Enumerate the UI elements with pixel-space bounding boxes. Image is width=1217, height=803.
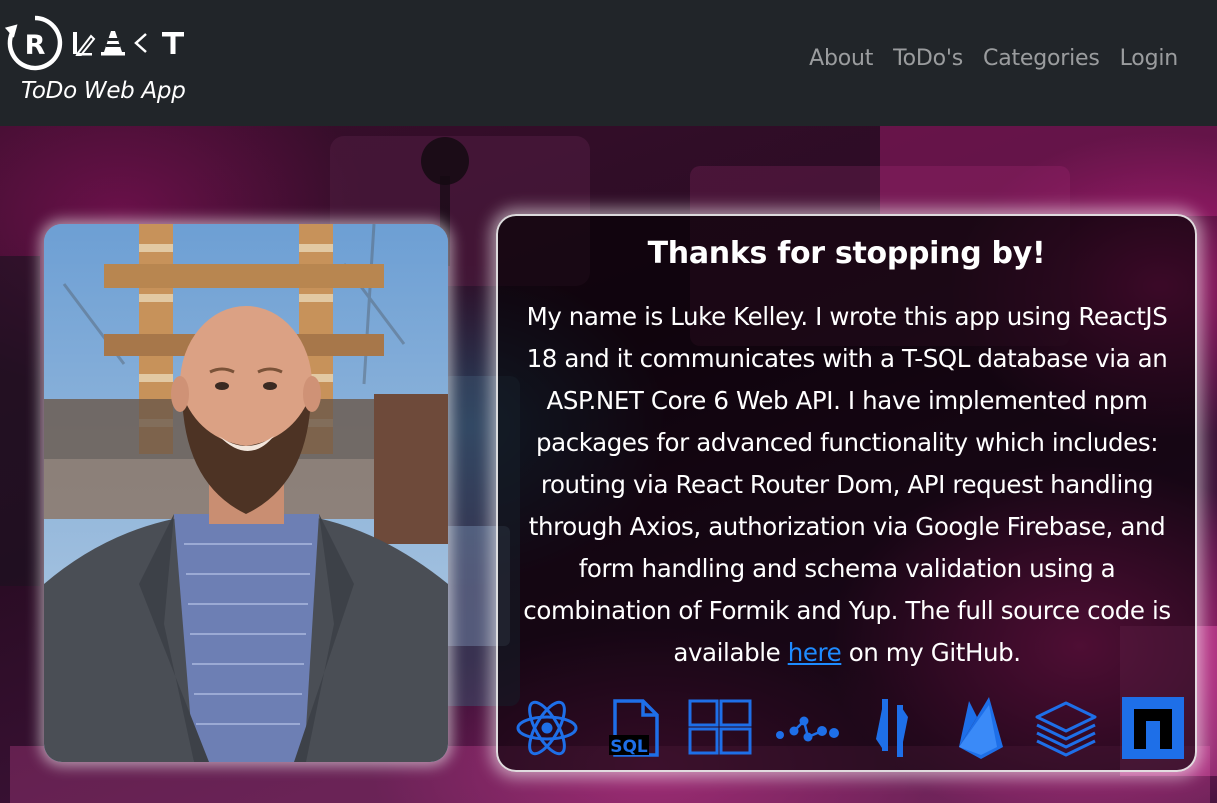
- traffic-cone-icon: [101, 31, 125, 56]
- react-icon: [514, 695, 580, 761]
- svg-text:SQL: SQL: [610, 737, 648, 757]
- nav-link-about[interactable]: About: [809, 46, 873, 71]
- brand-tagline: ToDo Web App: [21, 78, 186, 104]
- nav-link-todos[interactable]: ToDo's: [893, 46, 963, 71]
- about-text-before-link: My name is Luke Kelley. I wrote this app…: [523, 302, 1171, 667]
- react-r-logo-icon: R: [4, 15, 63, 71]
- about-description: My name is Luke Kelley. I wrote this app…: [512, 296, 1182, 674]
- firebase-icon: [947, 695, 1013, 761]
- npm-n-icon: [1120, 695, 1186, 761]
- letter-t-icon: [162, 32, 184, 54]
- react-router-icon: [774, 695, 840, 761]
- about-text-after-link: on my GitHub.: [841, 638, 1021, 667]
- chevron-left-icon: [134, 33, 147, 53]
- brand[interactable]: R ToDo Web App: [4, 8, 204, 112]
- svg-text:R: R: [25, 30, 46, 61]
- nav-link-login[interactable]: Login: [1120, 46, 1179, 71]
- windows-icon: [687, 695, 753, 761]
- axios-icon: [860, 695, 926, 761]
- brand-logo[interactable]: R: [4, 8, 186, 78]
- profile-photo: [44, 224, 448, 762]
- stack-layers-icon: [1033, 695, 1099, 761]
- tech-stack-icons: SQL: [510, 695, 1186, 761]
- about-card: Thanks for stopping by! My name is Luke …: [496, 214, 1197, 772]
- nav-link-categories[interactable]: Categories: [983, 46, 1100, 71]
- profile-photo-image: [44, 224, 448, 762]
- nav-links: About ToDo's Categories Login: [809, 46, 1178, 71]
- sql-file-icon: SQL: [601, 695, 667, 761]
- about-title: Thanks for stopping by!: [647, 236, 1046, 271]
- github-source-link[interactable]: here: [788, 638, 842, 667]
- hero-section: Thanks for stopping by! My name is Luke …: [0, 126, 1217, 803]
- navbar: R ToDo Web App About ToDo's Categories L…: [0, 0, 1217, 126]
- edit-letter-e-icon: [73, 32, 96, 56]
